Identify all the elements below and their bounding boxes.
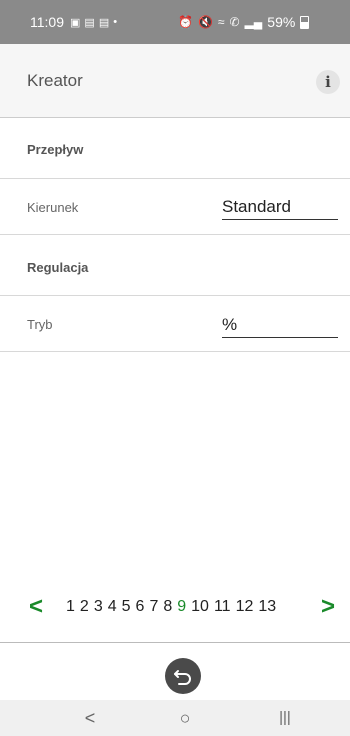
notification-icon: ▤ [84,16,95,29]
page-number-link[interactable]: 4 [108,598,117,615]
page-number-link[interactable]: 12 [236,598,254,615]
signal-icon: ▂▄ [244,15,263,29]
direction-field[interactable]: Standard [222,197,338,220]
nav-back-button[interactable]: < [78,700,102,736]
battery-percent: 59% [267,14,296,30]
page-number-link[interactable]: 6 [136,598,145,615]
page-number-link[interactable]: 1 [66,598,75,615]
page-number-link[interactable]: 7 [149,598,158,615]
wifi-icon: ≈ [217,15,225,29]
notification-icon: ▤ [98,16,110,29]
call-icon: ✆ [229,15,240,29]
next-page-button[interactable]: > [321,592,335,622]
section-title-regulation: Regulacja [27,260,89,275]
image-icon: ▣ [70,16,81,29]
mode-row[interactable]: Tryb % [0,296,350,352]
mode-label: Tryb [27,317,53,332]
page-number-link[interactable]: 8 [163,598,172,615]
section-header-flow: Przepływ [0,118,350,179]
mode-field[interactable]: % [222,315,338,338]
page-number-link[interactable]: 5 [122,598,131,615]
alarm-icon: ⏰ [178,15,193,29]
back-button[interactable] [165,658,201,694]
direction-label: Kierunek [27,200,79,215]
mute-icon: 🔇 [197,15,213,29]
page-number-link[interactable]: 9 [177,598,186,615]
undo-icon [174,670,191,685]
page-navigator: < 1 2 3 4 5 6 7 8 9 10 11 12 13 > [0,592,350,622]
direction-row[interactable]: Kierunek Standard [0,179,350,235]
page-number-link[interactable]: 11 [214,598,231,615]
page-number-link[interactable]: 10 [191,598,209,615]
system-nav-bar: < ○ ||| [0,700,350,736]
info-button[interactable]: i [316,70,340,94]
section-title-flow: Przepływ [27,142,84,157]
page-numbers: 1 2 3 4 5 6 7 8 9 10 11 12 13 [66,592,281,622]
page-title: Kreator [27,71,83,90]
dot-icon: • [113,16,118,28]
app-header: Kreator i [0,44,350,118]
nav-home-button[interactable]: ○ [172,700,198,736]
page-number-link[interactable]: 2 [80,598,89,615]
status-bar: 11:09 ▣ ▤ ▤ • ⏰ 🔇 ≈ ✆ ▂▄ 59% [0,0,350,44]
prev-page-button[interactable]: < [29,592,43,622]
page-number-link[interactable]: 13 [258,598,276,615]
nav-recents-button[interactable]: ||| [270,700,300,736]
status-time: 11:09 [30,14,64,30]
section-header-regulation: Regulacja [0,235,350,296]
battery-icon [300,15,310,29]
page-number-link[interactable]: 3 [94,598,103,615]
